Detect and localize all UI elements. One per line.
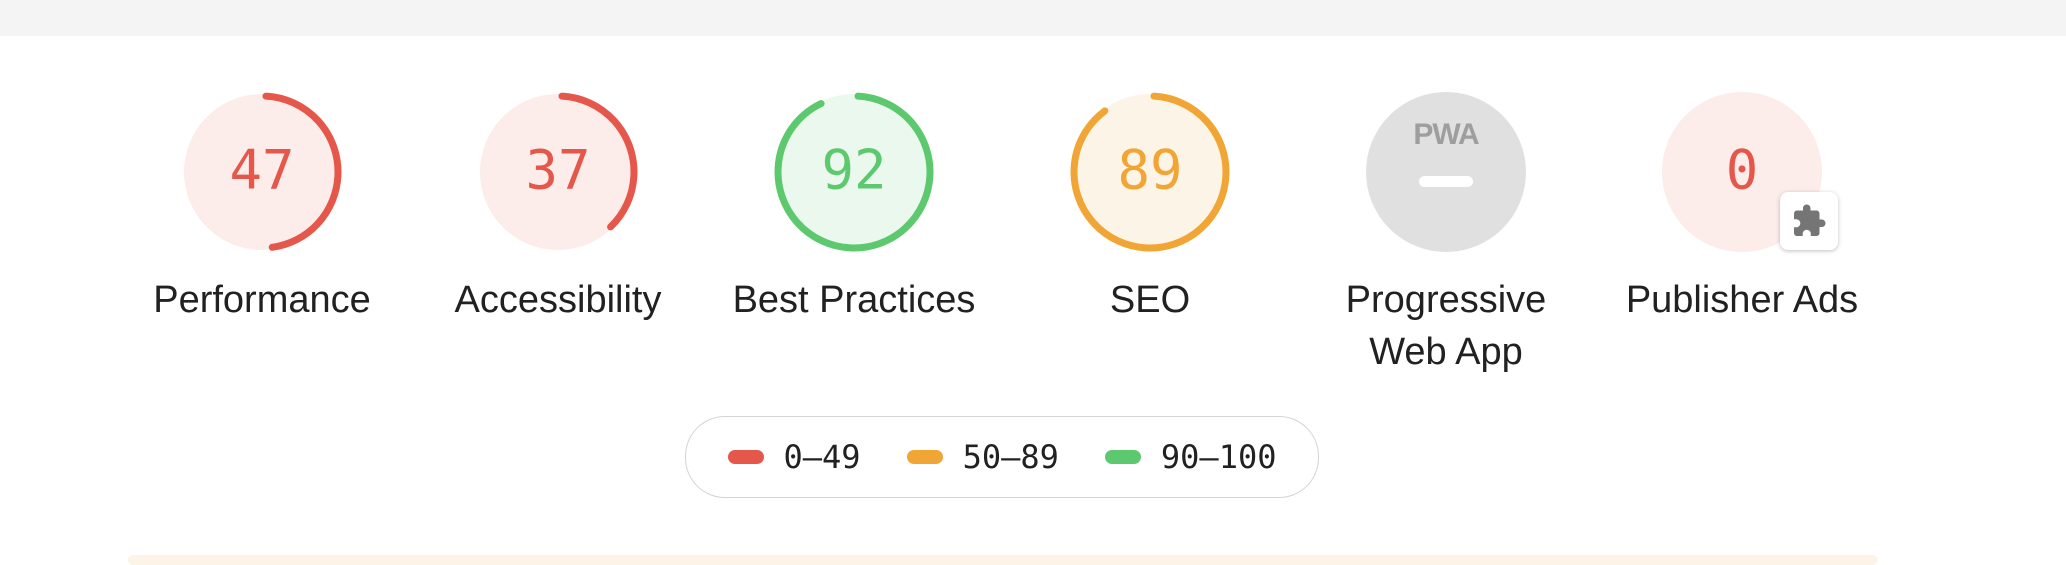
legend-item-fail: 0–49 bbox=[727, 438, 861, 476]
gauge-label: Accessibility bbox=[454, 279, 662, 321]
gauge-seo-ring: 89 bbox=[1070, 92, 1230, 252]
gauge-score: 92 bbox=[821, 139, 886, 202]
gauge-accessibility-ring: 37 bbox=[478, 92, 638, 252]
gauge-background bbox=[1366, 92, 1526, 252]
gauge-score: 37 bbox=[525, 139, 590, 202]
legend-range: 50–89 bbox=[962, 438, 1059, 476]
legend-item-pass: 90–100 bbox=[1104, 438, 1277, 476]
gauge-score: 89 bbox=[1117, 139, 1182, 202]
legend-swatch-fail bbox=[727, 450, 764, 464]
legend-range: 90–100 bbox=[1160, 438, 1277, 476]
gauge-best-practices[interactable]: 92 Best Practices bbox=[714, 90, 994, 326]
gauge-accessibility[interactable]: 37 Accessibility bbox=[418, 90, 698, 326]
gauge-label: SEO bbox=[1109, 279, 1191, 321]
gauge-label: Publisher Ads bbox=[1625, 279, 1859, 321]
gauge-publisher-ads[interactable]: 0 Publisher Ads bbox=[1602, 90, 1882, 326]
legend-item-average: 50–89 bbox=[906, 438, 1059, 476]
puzzle-piece-icon bbox=[1794, 204, 1826, 236]
gauge-pwa[interactable]: PWA Progressive Web App bbox=[1306, 90, 1586, 378]
gauge-performance[interactable]: 47 Performance bbox=[122, 90, 402, 326]
gauge-label: Progressive Web App bbox=[1345, 279, 1547, 373]
score-legend: 0–49 50–89 90–100 bbox=[685, 416, 1319, 498]
plugin-badge bbox=[1780, 192, 1838, 250]
gauge-score: 47 bbox=[229, 139, 294, 202]
gauge-performance-ring: 47 bbox=[182, 92, 342, 252]
score-gauges: 47 Performance 37 Accessibility 92 Best … bbox=[0, 0, 2066, 400]
pwa-dash-icon bbox=[1419, 176, 1473, 187]
gauge-score: 0 bbox=[1726, 139, 1759, 202]
legend-swatch-pass bbox=[1104, 450, 1141, 464]
gauge-label: Best Practices bbox=[732, 279, 976, 321]
legend-range: 0–49 bbox=[783, 438, 861, 476]
legend-swatch-average bbox=[906, 450, 943, 464]
gauge-seo[interactable]: 89 SEO bbox=[1010, 90, 1290, 326]
pwa-badge-icon: PWA bbox=[1413, 118, 1479, 151]
gauge-best-practices-ring: 92 bbox=[774, 92, 934, 252]
gauge-pwa-ring: PWA bbox=[1366, 92, 1526, 252]
warning-banner-edge bbox=[128, 555, 1878, 565]
gauge-label: Performance bbox=[153, 279, 371, 321]
